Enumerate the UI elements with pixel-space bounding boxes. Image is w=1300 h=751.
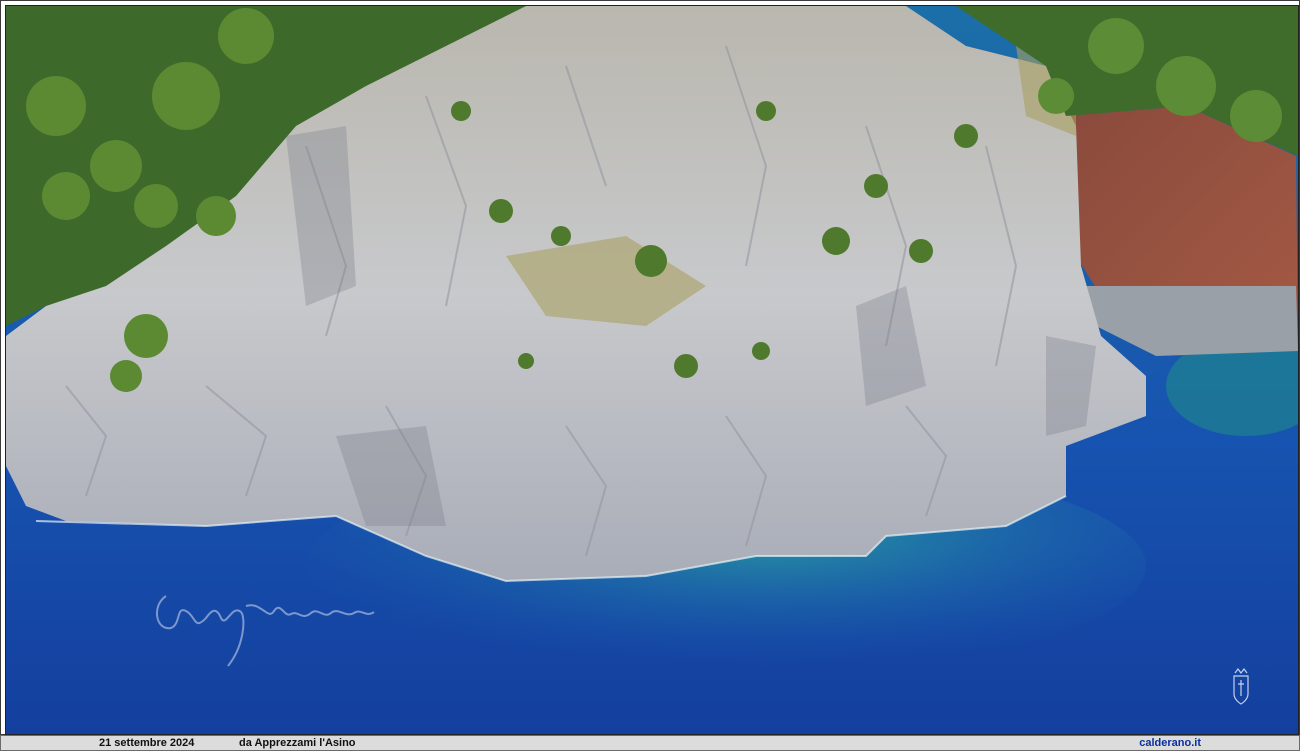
photo-frame xyxy=(0,0,1300,735)
caption-bar: 21 settembre 2024 da Apprezzami l'Asino … xyxy=(0,735,1300,751)
aerial-photo xyxy=(5,5,1299,735)
website-link[interactable]: calderano.it xyxy=(1139,736,1201,750)
photo-source: da Apprezzami l'Asino xyxy=(239,737,356,749)
photo-date: 21 settembre 2024 xyxy=(99,737,195,749)
